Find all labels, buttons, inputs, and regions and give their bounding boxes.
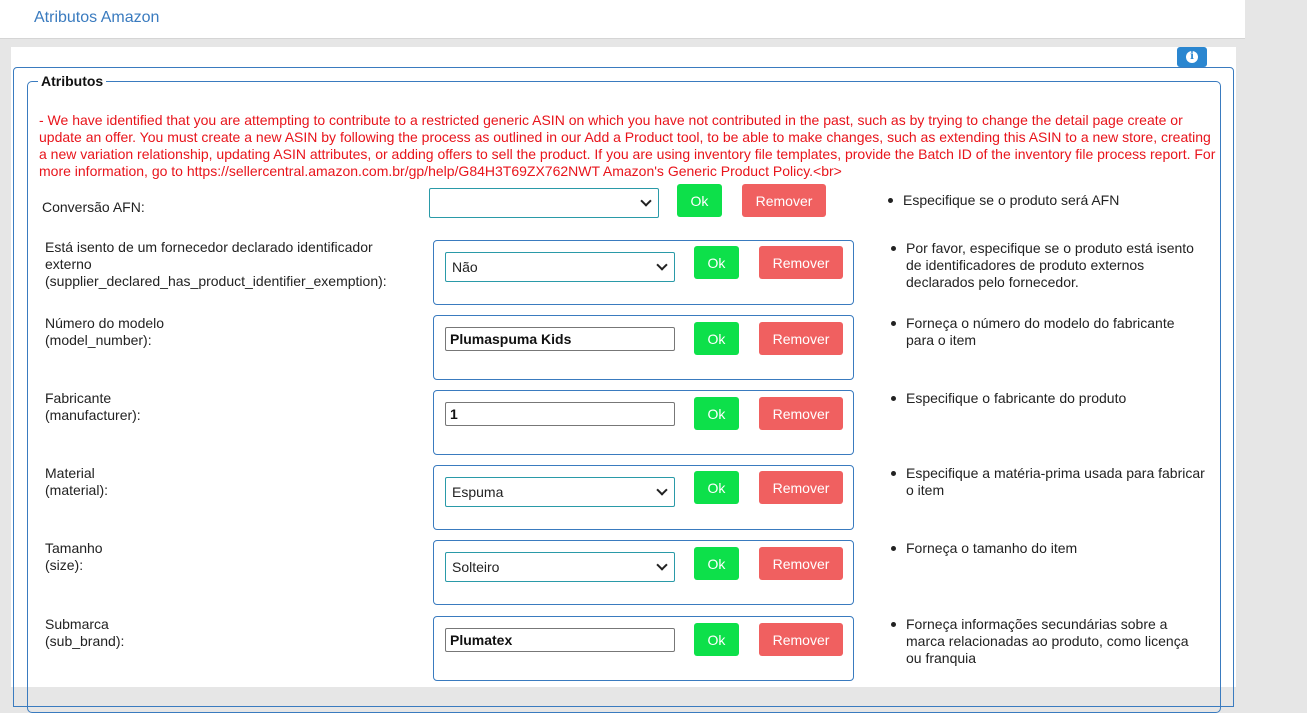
material-select[interactable]: Espuma [445,477,675,507]
chevron-down-icon [656,559,668,571]
model-number-input[interactable]: Plumaspuma Kids [445,327,675,351]
attribute-help: Especifique o fabricante do produto [891,390,1206,407]
sub-brand-input[interactable]: Plumatex [445,628,675,652]
header-bar: Atributos Amazon [0,0,1245,39]
attribute-label: Submarca (sub_brand): [45,616,125,649]
info-icon: i [1186,51,1198,63]
attribute-help: Forneça informações secundárias sobre a … [891,616,1206,667]
ok-button[interactable]: Ok [694,471,739,504]
afn-select[interactable] [429,188,659,218]
remove-button[interactable]: Remover [759,547,843,580]
ok-button[interactable]: Ok [694,547,739,580]
attribute-help: Especifique se o produto será AFN [888,192,1203,209]
chevron-down-icon [656,484,668,496]
attributes-legend: Atributos [41,73,104,89]
remove-button[interactable]: Remover [759,246,843,279]
page-title: Atributos Amazon [34,9,160,26]
attribute-label: Fabricante (manufacturer): [45,390,141,423]
attribute-label: Material (material): [45,465,109,498]
chevron-down-icon [656,259,668,271]
info-button[interactable]: i [1177,47,1207,67]
size-select[interactable]: Solteiro [445,552,675,582]
attribute-help: Por favor, especifique se o produto está… [891,240,1206,291]
ok-button[interactable]: Ok [694,623,739,656]
ok-button[interactable]: Ok [694,246,739,279]
attribute-label: Tamanho (size): [45,540,103,573]
attribute-help: Especifique a matéria-prima usada para f… [891,465,1205,498]
ok-button[interactable]: Ok [694,322,739,355]
manufacturer-input[interactable]: 1 [445,402,675,426]
attribute-help: Forneça o tamanho do item [891,540,1206,557]
ok-button[interactable]: Ok [677,184,722,217]
ok-button[interactable]: Ok [694,397,739,430]
remove-button[interactable]: Remover [759,471,843,504]
chevron-down-icon [640,195,652,207]
remove-button[interactable]: Remover [759,397,843,430]
remove-button[interactable]: Remover [759,322,843,355]
attribute-label: Está isento de um fornecedor declarado i… [45,239,387,289]
remove-button[interactable]: Remover [742,184,826,217]
attribute-help: Forneça o número do modelo do fabricante… [891,315,1206,349]
attribute-label: Número do modelo (model_number): [45,315,165,348]
error-message: - We have identified that you are attemp… [39,112,1216,179]
remove-button[interactable]: Remover [759,623,843,656]
attribute-label: Conversão AFN: [42,199,145,215]
supplier-exemption-select[interactable]: Não [445,252,675,282]
